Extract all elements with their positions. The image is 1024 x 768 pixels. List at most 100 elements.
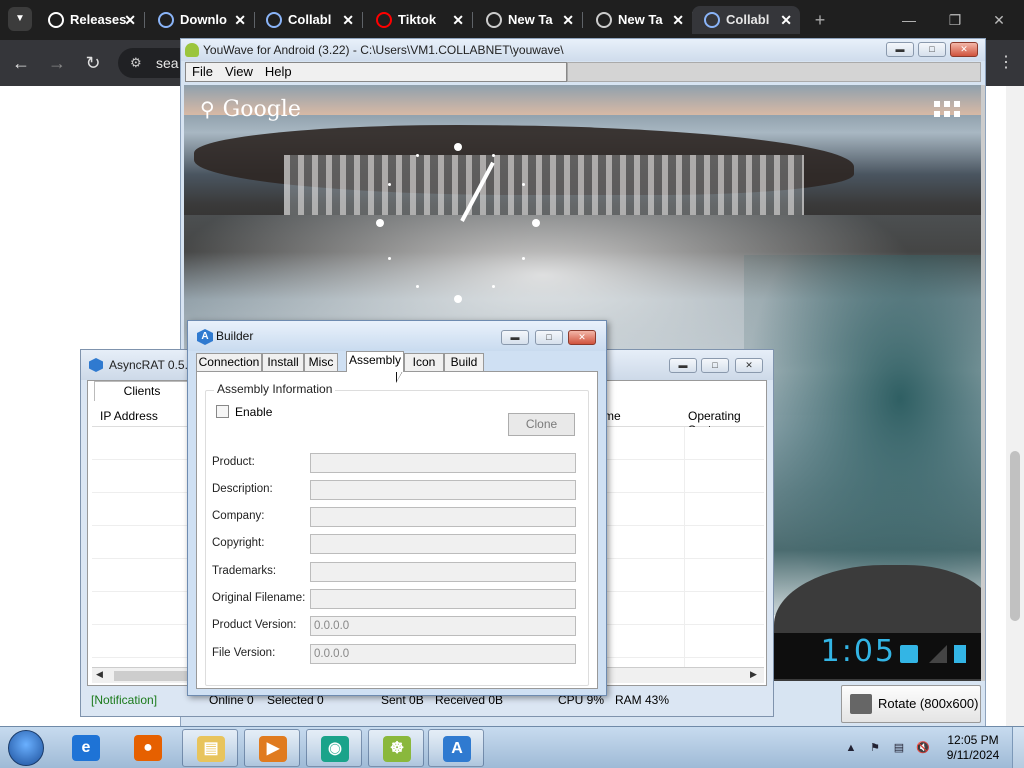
volume-muted-icon[interactable]: 🔇	[916, 741, 930, 755]
browser-tab[interactable]: Collabl ✕	[692, 6, 800, 34]
analog-clock-widget[interactable]	[374, 135, 544, 305]
trademarks-input[interactable]	[310, 562, 576, 582]
taskbar-button[interactable]: ☸	[368, 729, 424, 767]
taskbar-button[interactable]: e	[58, 729, 114, 767]
scroll-right-icon[interactable]: ▶	[750, 669, 757, 680]
back-icon[interactable]: ←	[8, 50, 34, 76]
field-file-version: File Version: 0.0.0.0	[212, 644, 582, 664]
youtube-icon	[376, 12, 392, 28]
site-info-icon[interactable]: ⚙	[130, 55, 142, 71]
youwave-menubar: File View Help	[185, 62, 567, 82]
tab-icon[interactable]: Icon	[404, 353, 444, 371]
show-desktop-button[interactable]	[1012, 727, 1024, 768]
youwave-minimize-button[interactable]: ▬	[886, 42, 914, 57]
menu-help[interactable]: Help	[259, 63, 298, 81]
wallpaper-waterfall	[284, 155, 804, 215]
builder-maximize-button[interactable]: □	[535, 330, 563, 345]
original-filename-input[interactable]	[310, 589, 576, 609]
scrollbar-thumb[interactable]	[1010, 451, 1020, 621]
close-icon[interactable]: ✕	[984, 8, 1014, 32]
field-original-filename: Original Filename:	[212, 589, 582, 609]
browser-tab-label: Collabl	[288, 12, 332, 27]
description-input[interactable]	[310, 480, 576, 500]
wallpaper-wave	[744, 255, 982, 615]
builder-close-button[interactable]: ✕	[568, 330, 596, 345]
tab-search-button[interactable]: ▼	[8, 7, 32, 31]
tab-close-icon[interactable]: ✕	[124, 6, 136, 34]
keyboard-icon	[850, 694, 872, 714]
youwave-maximize-button[interactable]: □	[918, 42, 946, 57]
tab-close-icon[interactable]: ✕	[234, 6, 246, 34]
start-button[interactable]	[8, 730, 44, 766]
tab-close-icon[interactable]: ✕	[562, 6, 574, 34]
tab-close-icon[interactable]: ✕	[342, 6, 354, 34]
tab-close-icon[interactable]: ✕	[452, 6, 464, 34]
tab-install[interactable]: Install	[262, 353, 304, 371]
browser-tab[interactable]: New Ta ✕	[584, 6, 692, 34]
menu-file[interactable]: File	[186, 63, 219, 81]
tab-misc[interactable]: Misc	[304, 353, 338, 371]
restore-icon[interactable]: ❐	[940, 8, 970, 32]
google-search-widget[interactable]: ⚲ Google	[200, 97, 301, 122]
tab-build[interactable]: Build	[444, 353, 484, 371]
show-hidden-icons-icon[interactable]: ▲	[844, 741, 858, 755]
app-icon: ◉	[321, 736, 349, 762]
field-company: Company:	[212, 507, 582, 527]
tab-assembly[interactable]: Assembly	[346, 351, 404, 372]
menu-view[interactable]: View	[219, 63, 259, 81]
taskbar-button[interactable]: ●	[120, 729, 176, 767]
page-scrollbar[interactable]	[1006, 86, 1024, 726]
builder-minimize-button[interactable]: ▬	[501, 330, 529, 345]
browser-tab-label: Downlo	[180, 12, 227, 27]
android-icon: ☸	[383, 736, 411, 762]
taskbar-button[interactable]: ▶	[244, 729, 300, 767]
taskbar-button[interactable]: ▤	[182, 729, 238, 767]
minimize-icon[interactable]: —	[894, 8, 924, 32]
browser-tab[interactable]: Releases ✕	[36, 6, 144, 34]
tab-connection[interactable]: Connection	[196, 353, 262, 371]
tab-close-icon[interactable]: ✕	[672, 6, 684, 34]
hscroll-thumb[interactable]	[114, 671, 194, 681]
file-version-input[interactable]: 0.0.0.0	[310, 644, 576, 664]
youwave-close-button[interactable]: ✕	[950, 42, 978, 57]
notification-link[interactable]: [Notification]	[91, 693, 157, 707]
network-icon[interactable]: ▤	[892, 741, 906, 755]
tab-clients[interactable]: Clients	[94, 381, 190, 401]
new-tab-button[interactable]: +	[810, 8, 830, 32]
column-ip-address[interactable]: IP Address	[100, 409, 158, 423]
clone-button[interactable]: Clone	[508, 413, 575, 436]
app-drawer-icon[interactable]	[934, 101, 960, 119]
product-version-input[interactable]: 0.0.0.0	[310, 616, 576, 636]
asyncrat-close-button[interactable]: ✕	[735, 358, 763, 373]
android-app-icon	[185, 43, 199, 57]
browser-tab[interactable]: New Ta ✕	[474, 6, 582, 34]
asyncrat-title: AsyncRAT 0.5.8	[109, 358, 195, 372]
battery-icon	[954, 645, 966, 663]
tray-clock[interactable]: 12:05 PM 9/11/2024	[938, 733, 1008, 763]
tab-close-icon[interactable]: ✕	[780, 6, 792, 34]
scroll-left-icon[interactable]: ◀	[96, 669, 103, 680]
address-bar[interactable]: sea	[118, 48, 184, 78]
browser-menu-icon[interactable]: ⋮	[998, 52, 1014, 72]
rotate-button[interactable]: Rotate (800x600)	[841, 685, 981, 723]
enable-checkbox[interactable]	[216, 405, 229, 418]
builder-titlebar: A Builder ▬ □ ✕	[188, 321, 606, 351]
company-input[interactable]	[310, 507, 576, 527]
windows-taskbar: e ● ▤ ▶ ◉ ☸ A ▲ ⚑ ▤ 🔇 12:05 PM 9/11/2024	[0, 726, 1024, 768]
asyncrat-minimize-button[interactable]: ▬	[669, 358, 697, 373]
browser-tab[interactable]: Downlo ✕	[146, 6, 254, 34]
action-center-flag-icon[interactable]: ⚑	[868, 741, 882, 755]
forward-icon[interactable]: →	[44, 50, 70, 76]
browser-tab[interactable]: Tiktok ✕	[364, 6, 472, 34]
browser-tab[interactable]: Collabl ✕	[254, 6, 362, 34]
taskbar-button[interactable]: ◉	[306, 729, 362, 767]
browser-tab-label: New Ta	[508, 12, 553, 27]
asyncrat-maximize-button[interactable]: □	[701, 358, 729, 373]
reload-icon[interactable]: ↻	[80, 50, 106, 76]
product-input[interactable]	[310, 453, 576, 473]
taskbar-button[interactable]: A	[428, 729, 484, 767]
field-description: Description:	[212, 480, 582, 500]
tab-divider	[582, 12, 583, 28]
copyright-input[interactable]	[310, 534, 576, 554]
youwave-scrollbar[interactable]	[981, 85, 985, 681]
